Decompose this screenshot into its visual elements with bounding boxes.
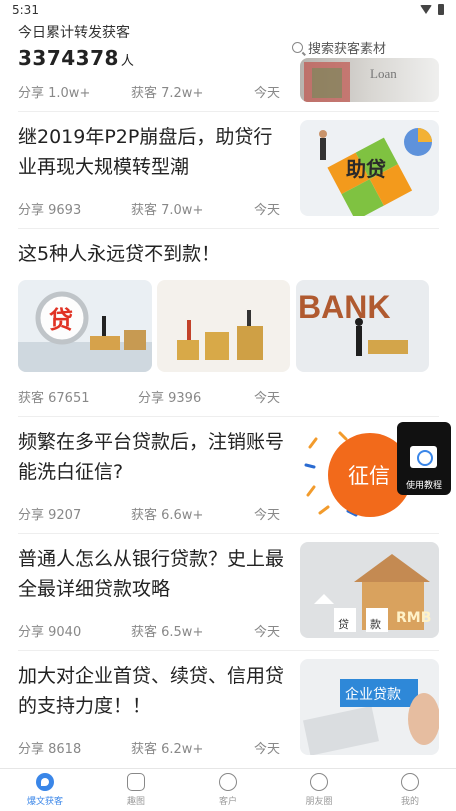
status-icons [420,4,444,15]
article-thumbnail [157,280,290,372]
article-stat-2: 分享 9396 [138,391,202,406]
article-stat-2: 获客 7.2w+ [131,86,204,101]
article-card[interactable]: 继2019年P2P崩盘后，助贷行业再现大规模转型潮 分享 9693 获客 7.0… [18,112,439,229]
thumb-text-zhengxin: 征信 [348,464,390,488]
article-date: 今天 [253,625,280,640]
tab-customers[interactable]: 客户 [198,773,258,807]
article-stat-1: 分享 8618 [18,742,82,757]
tutorial-label: 使用教程 [405,481,442,491]
thumb-text-qiye: 企业贷款 [345,686,401,703]
article-title: 加大对企业首贷、续贷、信用贷的支持力度！！ [18,665,285,717]
article-stat-2: 获客 6.2w+ [131,742,204,757]
article-title: 普通人怎么从银行贷款？史上最全最详细贷款攻略 [18,548,285,600]
thumb-text-dai2: 贷 [338,617,349,631]
thumb-text-dai: 贷 [49,306,73,334]
tab-label: 客户 [218,797,237,807]
article-stat-1: 获客 67651 [18,391,90,406]
article-stat-1: 分享 9040 [18,625,82,640]
article-stat-2: 获客 6.6w+ [131,508,204,523]
article-title: 这5种人永远贷不到款！ [18,243,221,265]
thumb-text-zhudai: 助贷 [346,157,386,181]
search-icon [292,42,303,53]
search-box[interactable]: 搜索获客素材 [292,38,386,57]
tab-label: 爆文获客 [26,797,63,807]
tab-fun-images[interactable]: 趣图 [106,773,166,807]
article-stat-2: 获客 7.0w+ [131,203,204,218]
article-stat-1: 分享 1.0w+ [18,86,91,101]
article-thumbnail: Loan [300,58,439,102]
article-date: 今天 [253,86,280,101]
bottom-tab-bar: 爆文获客 趣图 客户 朋友圈 我的 [0,768,456,811]
article-thumbnail: RMB 贷 款 [300,542,439,638]
article-card[interactable]: 加大对企业首贷、续贷、信用贷的支持力度！！ 分享 8618 获客 6.2w+ 今… [18,651,439,768]
article-thumbnail: 企业贷款 [300,659,439,755]
thumb-text-rmb: RMB [396,610,431,626]
article-date: 今天 [253,391,280,406]
tab-label: 朋友圈 [305,797,333,807]
tab-label: 趣图 [126,797,145,807]
thumb-text-bank: BANK [298,289,390,325]
article-title: 频繁在多平台贷款后，注销账号能洗白征信? [18,431,285,483]
article-stat-1: 分享 9693 [18,203,82,218]
tutorial-button[interactable]: 使用教程 [397,422,451,495]
user-icon [219,773,237,791]
tab-moments[interactable]: 朋友圈 [289,773,349,807]
thumb-text-kuan: 款 [370,617,381,631]
article-card[interactable]: 这5种人永远贷不到款！ 贷 BANK 获客 67651 分享 9396 今天 [18,229,439,417]
tab-viral-articles[interactable]: 爆文获客 [15,773,75,807]
article-card[interactable]: 普通人怎么从银行贷款？史上最全最详细贷款攻略 分享 9040 获客 6.5w+ … [18,534,439,651]
article-date: 今天 [253,203,280,218]
image-icon [127,773,145,791]
article-thumbnail: BANK [296,280,429,372]
status-time: 5:31 [12,3,39,17]
tutorial-icon [410,446,437,468]
article-title: 继2019年P2P崩盘后，助贷行业再现大规模转型潮 [18,126,273,178]
article-card[interactable]: 分享 1.0w+ 获客 7.2w+ 今天 Loan [18,56,439,112]
header-subtitle: 今日累计转发获客 [18,25,130,41]
article-card[interactable]: 频繁在多平台贷款后，注销账号能洗白征信? 分享 9207 获客 6.6w+ 今天… [18,417,439,534]
article-date: 今天 [253,508,280,523]
tab-me[interactable]: 我的 [380,773,440,807]
article-stat-2: 获客 6.5w+ [131,625,204,640]
status-bar: 5:31 [0,0,456,20]
tab-label: 我的 [400,797,419,807]
article-thumbnail: 贷 [18,280,152,372]
gear-icon [401,773,419,791]
article-stat-1: 分享 9207 [18,508,82,523]
article-date: 今天 [253,742,280,757]
search-placeholder: 搜索获客素材 [308,42,387,57]
aperture-icon [310,773,328,791]
article-thumbnail: 助贷 [300,120,439,216]
flame-icon [36,773,54,791]
wifi-icon [420,5,432,14]
battery-icon [438,4,444,15]
thumb-text-loan: Loan [370,66,397,81]
